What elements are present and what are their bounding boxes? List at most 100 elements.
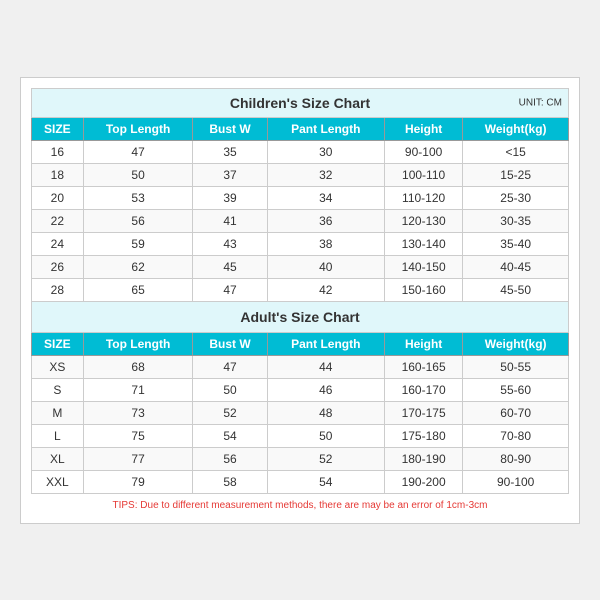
cell-bust-w: 52 xyxy=(193,401,267,424)
cell-weight: 40-45 xyxy=(463,255,569,278)
cell-size: XXL xyxy=(32,470,84,493)
cell-size: 16 xyxy=(32,140,84,163)
cell-pant-length: 44 xyxy=(267,355,384,378)
cell-pant-length: 46 xyxy=(267,378,384,401)
cell-size: XL xyxy=(32,447,84,470)
cell-height: 160-165 xyxy=(384,355,462,378)
tips-text: TIPS: Due to different measurement metho… xyxy=(31,494,569,513)
table-row: XL 77 56 52 180-190 80-90 xyxy=(32,447,569,470)
table-row: 28 65 47 42 150-160 45-50 xyxy=(32,278,569,301)
cell-weight: 30-35 xyxy=(463,209,569,232)
table-row: L 75 54 50 175-180 70-80 xyxy=(32,424,569,447)
cell-weight: 45-50 xyxy=(463,278,569,301)
cell-weight: 80-90 xyxy=(463,447,569,470)
table-row: S 71 50 46 160-170 55-60 xyxy=(32,378,569,401)
cell-size: 18 xyxy=(32,163,84,186)
table-row: 22 56 41 36 120-130 30-35 xyxy=(32,209,569,232)
table-row: XS 68 47 44 160-165 50-55 xyxy=(32,355,569,378)
children-title-row: Children's Size Chart UNIT: CM xyxy=(32,88,569,117)
cell-weight: 55-60 xyxy=(463,378,569,401)
table-row: 26 62 45 40 140-150 40-45 xyxy=(32,255,569,278)
cell-size: M xyxy=(32,401,84,424)
cell-top-length: 56 xyxy=(83,209,193,232)
cell-size: 28 xyxy=(32,278,84,301)
cell-weight: 60-70 xyxy=(463,401,569,424)
cell-height: 120-130 xyxy=(384,209,462,232)
cell-top-length: 62 xyxy=(83,255,193,278)
col-header-weight: Weight(kg) xyxy=(463,117,569,140)
cell-height: 130-140 xyxy=(384,232,462,255)
cell-height: 160-170 xyxy=(384,378,462,401)
children-header-row: SIZE Top Length Bust W Pant Length Heigh… xyxy=(32,117,569,140)
cell-bust-w: 39 xyxy=(193,186,267,209)
cell-height: 190-200 xyxy=(384,470,462,493)
adult-title: Adult's Size Chart xyxy=(240,309,359,325)
cell-pant-length: 34 xyxy=(267,186,384,209)
cell-pant-length: 48 xyxy=(267,401,384,424)
cell-pant-length: 38 xyxy=(267,232,384,255)
cell-height: 140-150 xyxy=(384,255,462,278)
cell-height: 175-180 xyxy=(384,424,462,447)
cell-top-length: 59 xyxy=(83,232,193,255)
cell-height: 100-110 xyxy=(384,163,462,186)
cell-size: S xyxy=(32,378,84,401)
col-header-height-adult: Height xyxy=(384,332,462,355)
unit-label: UNIT: CM xyxy=(519,97,562,108)
col-header-pant-length-adult: Pant Length xyxy=(267,332,384,355)
cell-pant-length: 54 xyxy=(267,470,384,493)
cell-weight: 90-100 xyxy=(463,470,569,493)
table-row: XXL 79 58 54 190-200 90-100 xyxy=(32,470,569,493)
cell-top-length: 65 xyxy=(83,278,193,301)
cell-top-length: 68 xyxy=(83,355,193,378)
cell-size: 26 xyxy=(32,255,84,278)
col-header-height: Height xyxy=(384,117,462,140)
cell-top-length: 75 xyxy=(83,424,193,447)
cell-pant-length: 40 xyxy=(267,255,384,278)
cell-size: XS xyxy=(32,355,84,378)
cell-bust-w: 45 xyxy=(193,255,267,278)
adult-header-row: SIZE Top Length Bust W Pant Length Heigh… xyxy=(32,332,569,355)
cell-weight: 35-40 xyxy=(463,232,569,255)
chart-container: Children's Size Chart UNIT: CM SIZE Top … xyxy=(20,77,580,524)
cell-bust-w: 43 xyxy=(193,232,267,255)
cell-pant-length: 36 xyxy=(267,209,384,232)
cell-bust-w: 47 xyxy=(193,278,267,301)
cell-top-length: 71 xyxy=(83,378,193,401)
cell-height: 150-160 xyxy=(384,278,462,301)
cell-bust-w: 47 xyxy=(193,355,267,378)
cell-pant-length: 50 xyxy=(267,424,384,447)
table-row: 18 50 37 32 100-110 15-25 xyxy=(32,163,569,186)
cell-pant-length: 52 xyxy=(267,447,384,470)
cell-height: 180-190 xyxy=(384,447,462,470)
cell-bust-w: 35 xyxy=(193,140,267,163)
cell-size: L xyxy=(32,424,84,447)
table-row: M 73 52 48 170-175 60-70 xyxy=(32,401,569,424)
cell-height: 90-100 xyxy=(384,140,462,163)
cell-top-length: 79 xyxy=(83,470,193,493)
cell-top-length: 73 xyxy=(83,401,193,424)
col-header-bust-w: Bust W xyxy=(193,117,267,140)
cell-height: 110-120 xyxy=(384,186,462,209)
adult-title-row: Adult's Size Chart xyxy=(32,301,569,332)
col-header-top-length: Top Length xyxy=(83,117,193,140)
col-header-pant-length: Pant Length xyxy=(267,117,384,140)
cell-height: 170-175 xyxy=(384,401,462,424)
cell-size: 24 xyxy=(32,232,84,255)
cell-top-length: 53 xyxy=(83,186,193,209)
cell-top-length: 77 xyxy=(83,447,193,470)
col-header-top-length-adult: Top Length xyxy=(83,332,193,355)
cell-bust-w: 50 xyxy=(193,378,267,401)
col-header-bust-w-adult: Bust W xyxy=(193,332,267,355)
col-header-weight-adult: Weight(kg) xyxy=(463,332,569,355)
cell-weight: <15 xyxy=(463,140,569,163)
col-header-size-adult: SIZE xyxy=(32,332,84,355)
cell-pant-length: 30 xyxy=(267,140,384,163)
cell-bust-w: 37 xyxy=(193,163,267,186)
cell-top-length: 47 xyxy=(83,140,193,163)
table-row: 16 47 35 30 90-100 <15 xyxy=(32,140,569,163)
cell-size: 22 xyxy=(32,209,84,232)
cell-weight: 70-80 xyxy=(463,424,569,447)
cell-weight: 50-55 xyxy=(463,355,569,378)
cell-top-length: 50 xyxy=(83,163,193,186)
cell-bust-w: 54 xyxy=(193,424,267,447)
